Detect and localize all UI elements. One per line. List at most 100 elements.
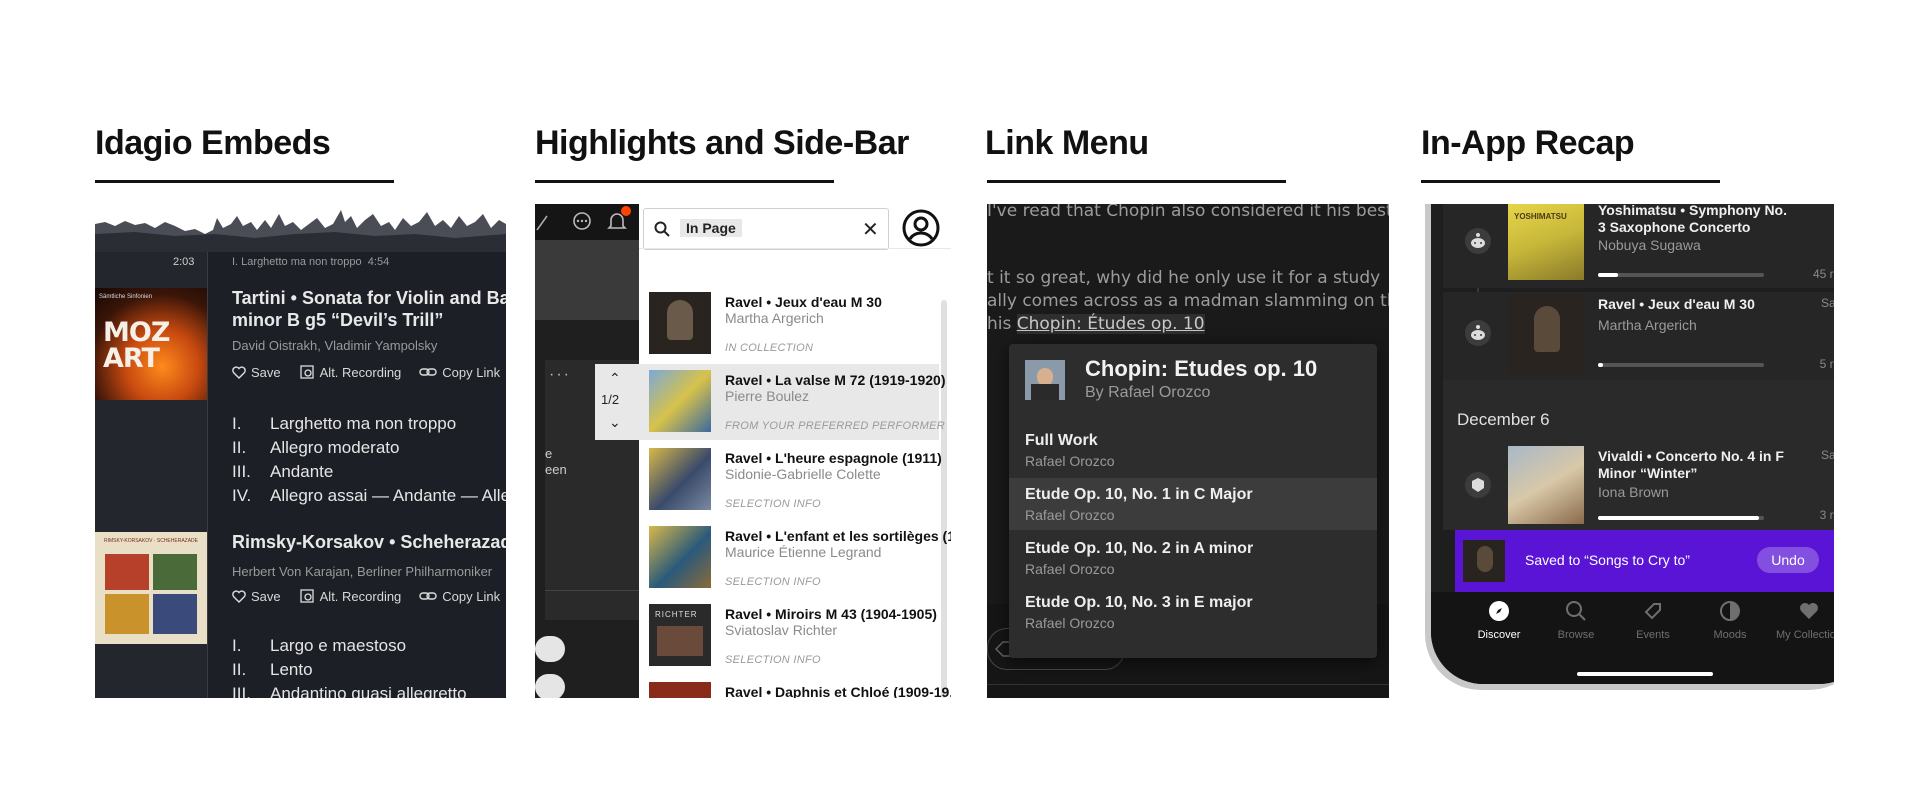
section-title-linkmenu: Link Menu bbox=[985, 124, 1149, 162]
chevron-down-icon[interactable]: ⌄ bbox=[609, 414, 621, 431]
movement-item[interactable]: III. Andante bbox=[232, 460, 506, 484]
entry-title[interactable]: Ravel • Jeux d'eau M 30 bbox=[1598, 296, 1755, 313]
entry-duration: 3 mins bbox=[1819, 508, 1834, 522]
alt-recording-button[interactable]: Alt. Recording bbox=[299, 588, 401, 604]
entry-title-line2[interactable]: Minor “Winter” bbox=[1598, 465, 1697, 482]
nav-browse[interactable]: Browse bbox=[1541, 600, 1611, 641]
movement-item[interactable]: I. Largo e maestoso bbox=[232, 634, 467, 658]
album-cover-mozart[interactable]: Sämtliche Sinfonien MOZ ART bbox=[95, 288, 207, 400]
page-pill[interactable] bbox=[535, 674, 565, 698]
close-icon[interactable]: ✕ bbox=[862, 217, 879, 242]
entry-title[interactable]: Yoshimatsu • Symphony No. bbox=[1598, 204, 1787, 219]
heart-icon bbox=[232, 365, 246, 379]
menu-item-etude-1[interactable]: Etude Op. 10, No. 1 in C Major Rafael Or… bbox=[1009, 478, 1377, 530]
album-cover-scheherazade[interactable]: RIMSKY-KORSAKOV · SCHEHERAZADE bbox=[95, 532, 207, 644]
movement-item[interactable]: I. Larghetto ma non troppo bbox=[232, 412, 506, 436]
search-input[interactable]: In Page bbox=[680, 219, 742, 237]
track-artist: Pierre Boulez bbox=[725, 388, 810, 404]
ticket-icon bbox=[1644, 603, 1661, 620]
phone-screen: YOSHIMATSU Yoshimatsu • Symphony No. 3 S… bbox=[1431, 204, 1834, 684]
search-icon bbox=[1566, 601, 1586, 621]
search-box[interactable]: In Page ✕ bbox=[643, 208, 889, 250]
menu-subtitle: By Rafael Orozco bbox=[1085, 384, 1211, 401]
menu-title: Chopin: Etudes op. 10 bbox=[1085, 356, 1318, 381]
undo-button[interactable]: Undo bbox=[1757, 547, 1819, 573]
progress-bar bbox=[1598, 363, 1764, 367]
link-menu-panel: I've read that Chopin also considered it… bbox=[987, 204, 1389, 698]
user-avatar-icon[interactable] bbox=[901, 208, 941, 248]
album-art-text: MOZ ART bbox=[103, 317, 170, 374]
movement-item[interactable]: III. Andantino quasi allegretto bbox=[232, 682, 467, 698]
work-title-line2[interactable]: minor B g5 “Devil’s Trill” bbox=[232, 310, 443, 331]
album-cover[interactable] bbox=[1508, 294, 1584, 374]
track-title[interactable]: Ravel • La valse M 72 (1919-1920) bbox=[725, 372, 945, 388]
page-pill[interactable] bbox=[535, 636, 565, 662]
album-cover[interactable]: RICHTER bbox=[649, 604, 711, 666]
section-underline bbox=[535, 180, 834, 183]
progress-bar bbox=[1598, 516, 1764, 520]
notification-badge bbox=[621, 206, 631, 216]
album-cover[interactable]: YOSHIMATSU bbox=[1508, 204, 1584, 280]
save-button[interactable]: Save bbox=[232, 364, 281, 380]
heart-icon bbox=[1800, 603, 1818, 619]
track-title[interactable]: Ravel • L'enfant et les sortilèges (1... bbox=[725, 528, 951, 544]
progress-fill bbox=[1598, 363, 1603, 367]
heart-icon bbox=[232, 589, 246, 603]
track-artist: Martha Argerich bbox=[725, 310, 824, 326]
track-note: IN COLLECTION bbox=[725, 342, 814, 354]
album-cover[interactable] bbox=[649, 526, 711, 588]
movement-item[interactable]: II. Allegro moderato bbox=[232, 436, 506, 460]
compass-icon bbox=[1489, 601, 1509, 621]
reddit-icon bbox=[1465, 228, 1491, 254]
album-cover[interactable] bbox=[649, 292, 711, 354]
article-text: his Chopin: Études op. 10 bbox=[987, 314, 1205, 334]
album-cover[interactable] bbox=[649, 682, 711, 698]
movement-item[interactable]: II. Lento bbox=[232, 658, 467, 682]
section-title-recap: In-App Recap bbox=[1421, 124, 1635, 162]
alt-recording-button[interactable]: Alt. Recording bbox=[299, 364, 401, 380]
work-actions: Save Alt. Recording Copy Link bbox=[232, 364, 500, 380]
work-title[interactable]: Tartini • Sonata for Violin and Basso bbox=[232, 288, 506, 309]
nav-moods[interactable]: Moods bbox=[1695, 600, 1765, 641]
movement-item[interactable]: IV.Allegro assai — Andante — Allegro bbox=[232, 484, 506, 508]
track-title[interactable]: Ravel • Jeux d'eau M 30 bbox=[725, 294, 882, 310]
section-underline bbox=[987, 180, 1286, 183]
menu-item-etude-3[interactable]: Etude Op. 10, No. 3 in E major Rafael Or… bbox=[1009, 586, 1377, 638]
page-fragment-text: e een bbox=[545, 446, 567, 477]
section-title-sidebar: Highlights and Side-Bar bbox=[535, 124, 909, 162]
work-link[interactable]: Chopin: Études op. 10 bbox=[1016, 314, 1205, 334]
entry-duration: 45 mins bbox=[1812, 267, 1834, 281]
current-track-info: I. Larghetto ma non troppo 4:54 bbox=[232, 256, 390, 268]
entry-title-line2[interactable]: 3 Saxophone Concerto bbox=[1598, 219, 1750, 236]
section-underline bbox=[1421, 180, 1720, 183]
article-text: I've read that Chopin also considered it… bbox=[987, 204, 1389, 221]
scrollbar[interactable] bbox=[941, 300, 947, 698]
waveform[interactable] bbox=[95, 204, 506, 252]
entry-title[interactable]: Vivaldi • Concerto No. 4 in F bbox=[1598, 448, 1784, 465]
save-button[interactable]: Save bbox=[232, 588, 281, 604]
track-title[interactable]: Ravel • Daphnis et Chloé (1909-19... bbox=[725, 684, 951, 698]
link-menu: Chopin: Etudes op. 10 By Rafael Orozco F… bbox=[1009, 344, 1377, 658]
page-block bbox=[535, 240, 639, 320]
menu-item-full-work[interactable]: Full Work Rafael Orozco bbox=[1009, 424, 1377, 476]
chevron-up-icon[interactable]: ⌃ bbox=[609, 370, 621, 387]
album-cover[interactable] bbox=[1508, 446, 1584, 524]
nav-discover[interactable]: Discover bbox=[1464, 600, 1534, 641]
track-title[interactable]: Ravel • L'heure espagnole (1911) bbox=[725, 450, 942, 466]
menu-item-etude-2[interactable]: Etude Op. 10, No. 2 in A minor Rafael Or… bbox=[1009, 532, 1377, 584]
artist-thumbnail bbox=[1025, 360, 1065, 400]
nav-events[interactable]: Events bbox=[1618, 600, 1688, 641]
work-title[interactable]: Rimsky-Korsakov • Scheherazade bbox=[232, 532, 506, 553]
search-icon bbox=[654, 221, 670, 237]
album-cover[interactable] bbox=[649, 448, 711, 510]
track-title[interactable]: Ravel • Miroirs M 43 (1904-1905) bbox=[725, 606, 937, 622]
chat-icon[interactable] bbox=[571, 211, 593, 233]
copy-link-button[interactable]: Copy Link bbox=[419, 364, 500, 380]
more-icon[interactable]: ··· bbox=[549, 366, 571, 384]
entry-artist: Martha Argerich bbox=[1598, 317, 1697, 333]
movement-list: I. Larghetto ma non troppo II. Allegro mod… bbox=[232, 412, 506, 508]
progress-fill bbox=[1598, 273, 1618, 277]
nav-my-collection[interactable]: My Collection bbox=[1769, 600, 1834, 641]
album-cover[interactable] bbox=[649, 370, 711, 432]
copy-link-button[interactable]: Copy Link bbox=[419, 588, 500, 604]
